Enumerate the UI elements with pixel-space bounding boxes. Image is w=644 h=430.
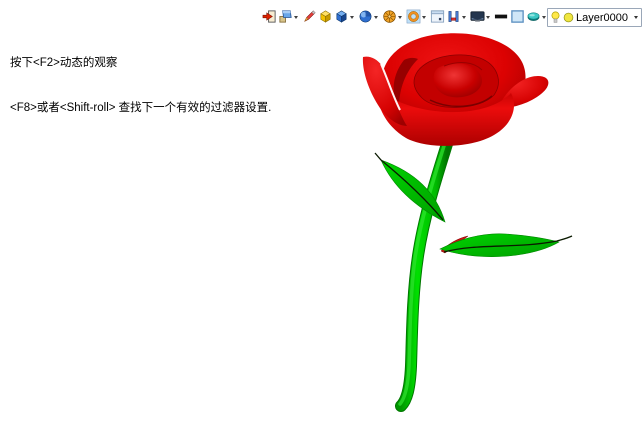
monitor-icon[interactable]: [469, 8, 485, 25]
window-icon[interactable]: [429, 8, 445, 25]
prompt-line-2: <F8>或者<Shift-roll> 查找下一个有效的过滤器设置.: [10, 101, 271, 116]
render-toolbar: [261, 6, 549, 26]
torus-icon[interactable]: [405, 8, 421, 25]
chevron-down-icon[interactable]: [634, 16, 638, 19]
layer-combobox[interactable]: Layer0000: [547, 8, 642, 27]
pencil-icon[interactable]: [301, 8, 317, 25]
h-views-icon[interactable]: [445, 8, 461, 25]
lightbulb-icon: [550, 11, 561, 24]
prompt-line-1: 按下<F2>动态的观察: [10, 56, 271, 71]
drawing-canvas[interactable]: 按下<F2>动态的观察 <F8>或者<Shift-roll> 查找下一个有效的过…: [0, 0, 644, 430]
teal-disc-icon[interactable]: [525, 8, 541, 25]
chevron-down-icon[interactable]: [542, 16, 546, 19]
chevron-down-icon[interactable]: [462, 16, 466, 19]
orange-wheel-icon[interactable]: [381, 8, 397, 25]
sphere-icon[interactable]: [357, 8, 373, 25]
rose-leaf-right: [440, 234, 572, 257]
command-prompt-hint: 按下<F2>动态的观察 <F8>或者<Shift-roll> 查找下一个有效的过…: [10, 26, 271, 146]
layer-color-icon: [563, 12, 574, 23]
page-copy-icon[interactable]: [277, 8, 293, 25]
chevron-down-icon[interactable]: [294, 16, 298, 19]
frame-icon[interactable]: [509, 8, 525, 25]
chevron-down-icon[interactable]: [398, 16, 402, 19]
layer-combobox-value: Layer0000: [576, 12, 632, 24]
chevron-down-icon[interactable]: [374, 16, 378, 19]
chevron-down-icon[interactable]: [486, 16, 490, 19]
chevron-down-icon[interactable]: [350, 16, 354, 19]
blue-cube-icon[interactable]: [333, 8, 349, 25]
rose-flower-head: [363, 33, 548, 146]
chevron-down-icon[interactable]: [422, 16, 426, 19]
rose-model[interactable]: [352, 28, 592, 418]
yellow-box-icon[interactable]: [317, 8, 333, 25]
line-width-icon[interactable]: [493, 8, 509, 25]
exit-door-icon[interactable]: [261, 8, 277, 25]
